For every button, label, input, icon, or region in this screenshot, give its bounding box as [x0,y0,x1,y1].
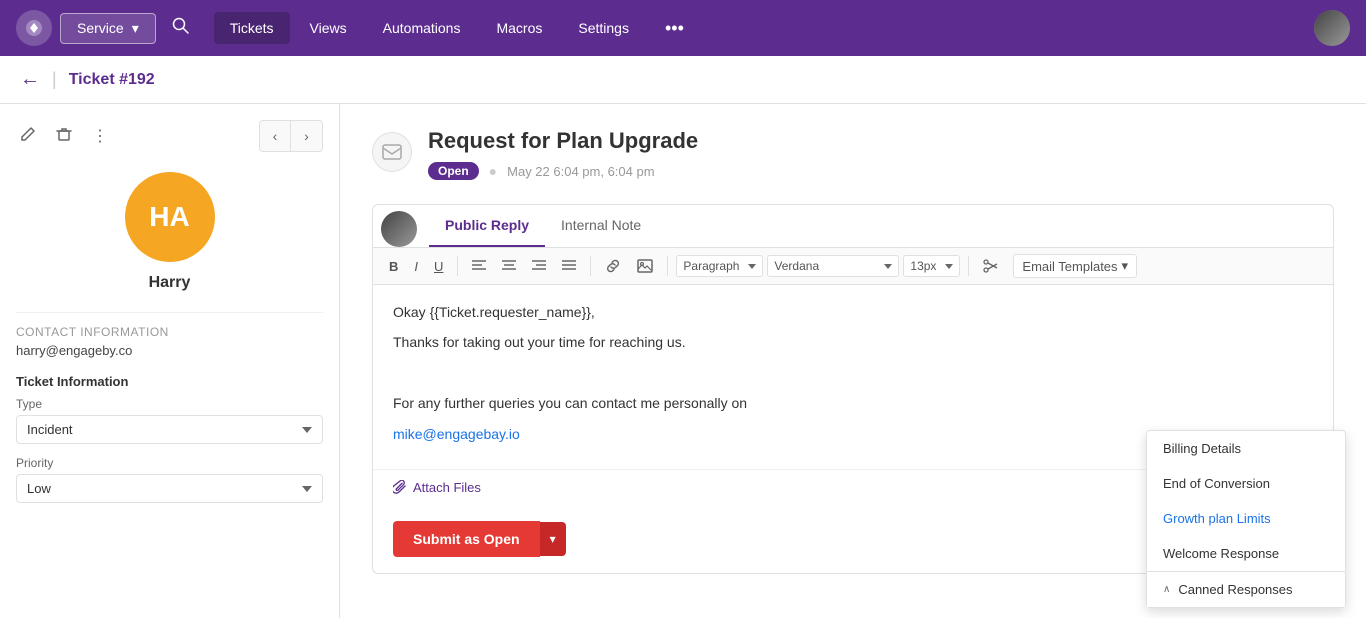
scissors-icon[interactable] [977,255,1005,277]
priority-field-label: Priority [16,456,323,470]
edit-icon[interactable] [16,122,40,151]
size-select[interactable]: 13px 11px 14px 16px [903,255,960,277]
email-templates-label: Email Templates [1022,259,1117,274]
align-center-button[interactable] [496,256,522,276]
service-dropdown-button[interactable]: Service ▾ [60,13,156,44]
delete-icon[interactable] [52,122,76,151]
toolbar-divider-1 [457,256,458,276]
font-select[interactable]: Verdana Arial Times New Roman [767,255,899,277]
submit-as-open-button[interactable]: Submit as Open [393,521,540,557]
nav-more-button[interactable]: ••• [653,10,696,47]
breadcrumb: ← | Ticket #192 [0,56,1366,104]
email-templates-button[interactable]: Email Templates ▾ [1013,254,1137,278]
editor-line-1: Okay {{Ticket.requester_name}}, [393,301,1313,323]
user-avatar [381,211,417,247]
nav-views[interactable]: Views [294,12,363,44]
canned-responses-button[interactable]: ∧ Canned Responses [1147,571,1345,607]
justify-button[interactable] [556,256,582,276]
avatar-initials: HA [149,201,189,233]
editor-line-4: For any further queries you can contact … [393,392,1313,414]
ticket-email-icon [372,132,412,172]
toolbar-divider-4 [968,256,969,276]
page-title: Ticket #192 [69,71,155,89]
link-button[interactable] [599,255,627,277]
align-right-button[interactable] [526,256,552,276]
ticket-info-label: Ticket Information [16,374,323,389]
contact-avatar: HA [125,172,215,262]
reply-tabs: Public Reply Internal Note [373,205,1333,248]
editor-line-3 [393,362,1313,384]
back-button[interactable]: ← [20,68,40,91]
nav-automations[interactable]: Automations [367,12,477,44]
chevron-down-icon: ▾ [132,20,139,37]
toolbar-divider-2 [590,256,591,276]
email-templates-dropdown-icon: ▾ [1122,258,1129,274]
caret-up-icon: ∧ [1163,584,1170,595]
type-field-label: Type [16,397,323,411]
underline-button[interactable]: U [428,255,449,278]
app-logo[interactable] [16,10,52,46]
contact-name: Harry [16,274,323,292]
dropdown-end-of-conversion[interactable]: End of Conversion [1147,466,1345,501]
ticket-header: Request for Plan Upgrade Open ● May 22 6… [372,128,1334,180]
italic-button[interactable]: I [408,255,424,278]
ticket-meta: Open ● May 22 6:04 pm, 6:04 pm [428,162,1334,180]
tab-internal-note[interactable]: Internal Note [545,205,657,247]
email-link[interactable]: mike@engagebay.io [393,426,520,442]
type-select[interactable]: Incident Question Problem Feature Reques… [16,415,323,444]
nav-macros[interactable]: Macros [480,12,558,44]
status-badge: Open [428,162,479,180]
editor-line-2: Thanks for taking out your time for reac… [393,331,1313,353]
paragraph-select[interactable]: Paragraph Heading 1 Heading 2 [676,255,763,277]
dropdown-panel: Billing Details End of Conversion Growth… [1146,430,1346,608]
toolbar-divider-3 [667,256,668,276]
priority-select[interactable]: Low Medium High [16,474,323,503]
ticket-info: Request for Plan Upgrade Open ● May 22 6… [428,128,1334,180]
contact-email: harry@engageby.co [16,343,323,358]
canned-responses-label: Canned Responses [1178,582,1292,597]
next-ticket-button[interactable]: › [291,120,323,152]
avatar[interactable] [1314,10,1350,46]
top-navigation: Service ▾ Tickets Views Automations Macr… [0,0,1366,56]
contact-info-label: Contact Information [16,312,323,339]
editor-toolbar: B I U [373,248,1333,285]
image-button[interactable] [631,255,659,277]
more-options-icon[interactable]: ⋮ [88,122,112,150]
align-left-button[interactable] [466,256,492,276]
tab-public-reply[interactable]: Public Reply [429,205,545,247]
nav-settings[interactable]: Settings [562,12,645,44]
ticket-title: Request for Plan Upgrade [428,128,1334,154]
dropdown-growth-plan-limits[interactable]: Growth plan Limits [1147,501,1345,536]
submit-dropdown-button[interactable]: ▾ [540,522,566,556]
nav-links: Tickets Views Automations Macros Setting… [214,12,645,44]
ticket-date: May 22 6:04 pm, 6:04 pm [507,164,654,179]
dropdown-welcome-response[interactable]: Welcome Response [1147,536,1345,571]
ticket-navigation: ‹ › [259,120,323,152]
sidebar: ⋮ ‹ › HA Harry Contact Information harry… [0,104,340,618]
sidebar-actions: ⋮ ‹ › [16,120,323,152]
attach-files-label: Attach Files [413,480,481,495]
search-icon[interactable] [172,17,190,40]
nav-tickets[interactable]: Tickets [214,12,290,44]
bold-button[interactable]: B [383,255,404,278]
service-label: Service [77,20,124,36]
dropdown-billing-details[interactable]: Billing Details [1147,431,1345,466]
prev-ticket-button[interactable]: ‹ [259,120,291,152]
avatar-image [1314,10,1350,46]
